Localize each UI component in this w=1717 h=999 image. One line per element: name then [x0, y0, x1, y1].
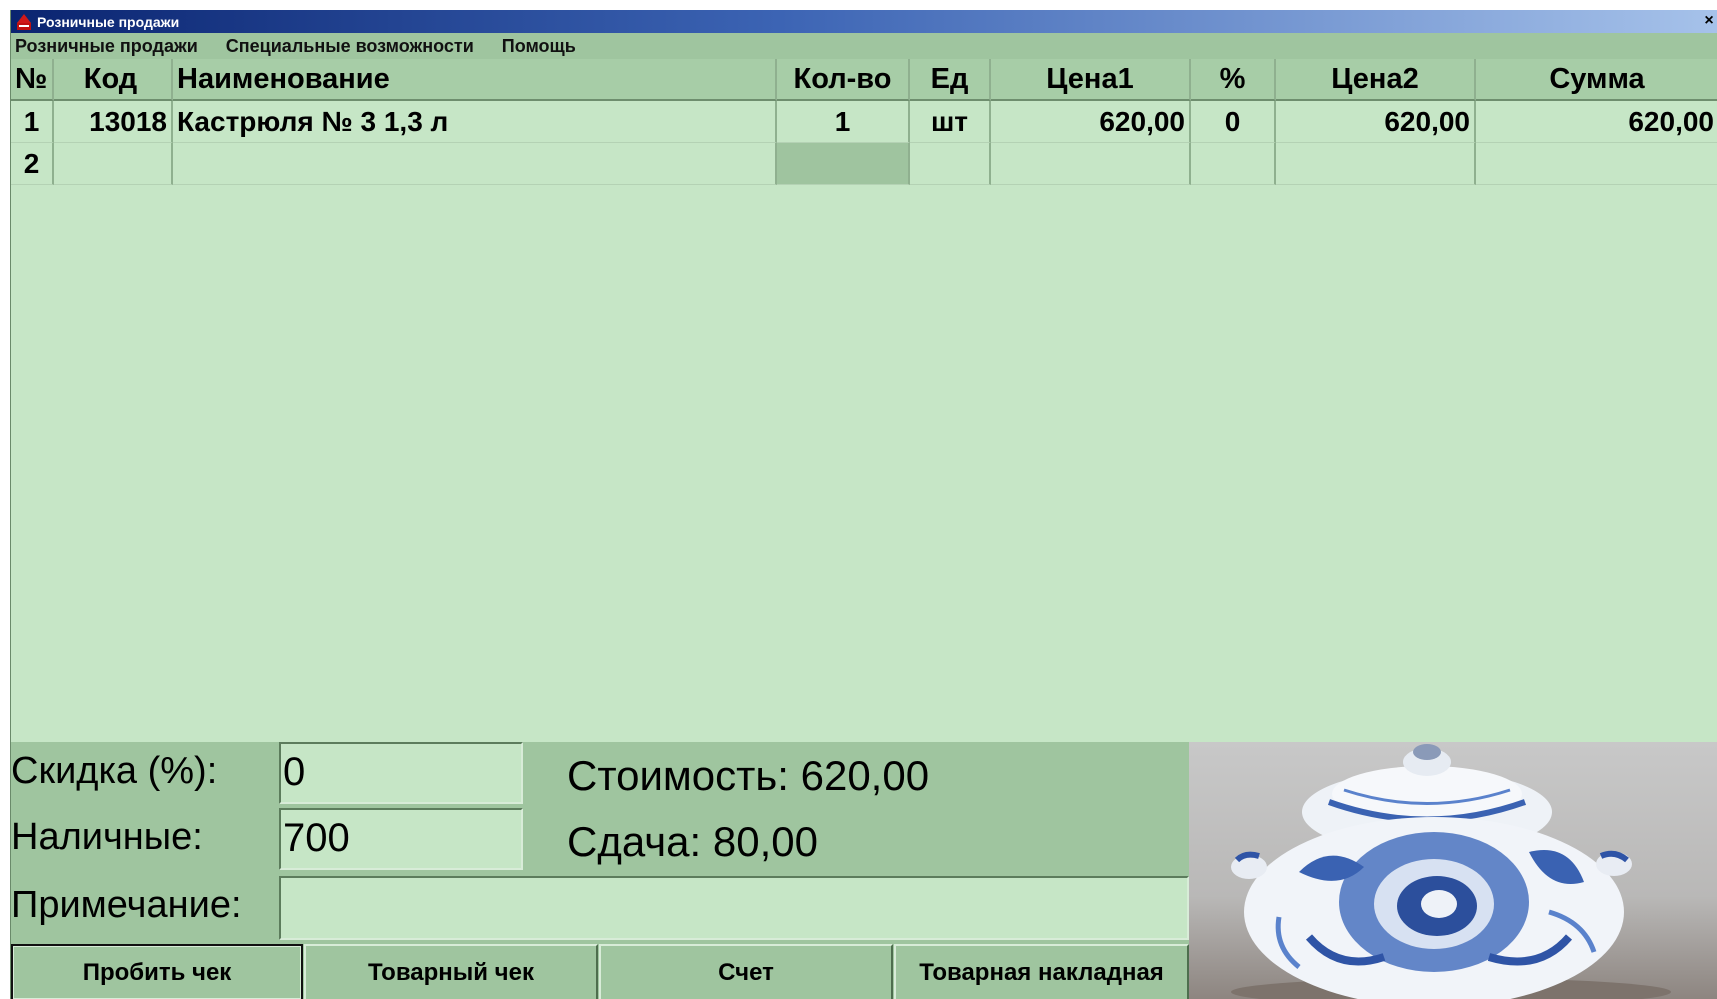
cell-unit[interactable]	[910, 143, 991, 185]
header-percent[interactable]: %	[1191, 59, 1276, 101]
cash-label: Наличные:	[11, 816, 203, 858]
cost-total: Стоимость: 620,00	[567, 752, 930, 799]
menu-accessibility[interactable]: Специальные возможности	[222, 36, 488, 57]
cell-percent[interactable]: 0	[1191, 101, 1276, 143]
cell-name[interactable]: Кастрюля № 3 1,3 л	[173, 101, 777, 143]
header-qty[interactable]: Кол-во	[777, 59, 910, 101]
cell-code[interactable]: 13018	[54, 101, 173, 143]
close-icon[interactable]: ×	[1700, 10, 1717, 32]
title-bar[interactable]: Розничные продажи ×	[11, 10, 1717, 33]
cell-sum[interactable]	[1476, 143, 1717, 185]
waybill-button[interactable]: Товарная накладная	[894, 944, 1189, 999]
header-price1[interactable]: Цена1	[991, 59, 1191, 101]
cell-qty-active[interactable]	[777, 143, 910, 185]
table-header: № Код Наименование Кол-во Ед Цена1 % Цен…	[11, 59, 1717, 101]
gzhel-pot-image	[1231, 744, 1671, 999]
cell-unit[interactable]: шт	[910, 101, 991, 143]
menu-retail-sales[interactable]: Розничные продажи	[11, 36, 212, 57]
sales-receipt-button[interactable]: Товарный чек	[304, 944, 598, 999]
table-row[interactable]: 2	[11, 143, 1717, 185]
discount-label: Скидка (%):	[11, 750, 218, 792]
cell-price2[interactable]: 620,00	[1276, 101, 1476, 143]
cell-num[interactable]: 1	[11, 101, 54, 143]
menu-help[interactable]: Помощь	[498, 36, 590, 57]
header-price2[interactable]: Цена2	[1276, 59, 1476, 101]
window-title: Розничные продажи	[37, 13, 180, 30]
discount-input[interactable]: 0	[279, 742, 523, 804]
checkout-panel: Скидка (%): 0 Наличные: 700 Стоимость: 6…	[11, 742, 1717, 999]
product-photo	[1189, 742, 1717, 999]
cell-code[interactable]	[54, 143, 173, 185]
cell-price1[interactable]: 620,00	[991, 101, 1191, 143]
header-num[interactable]: №	[11, 59, 54, 101]
cell-num[interactable]: 2	[11, 143, 54, 185]
cell-percent[interactable]	[1191, 143, 1276, 185]
cell-qty[interactable]: 1	[777, 101, 910, 143]
menu-bar: Розничные продажи Специальные возможност…	[11, 33, 1717, 59]
cash-input[interactable]: 700	[279, 808, 523, 870]
cell-sum[interactable]: 620,00	[1476, 101, 1717, 143]
cell-name[interactable]	[173, 143, 777, 185]
header-code[interactable]: Код	[54, 59, 173, 101]
header-sum[interactable]: Сумма	[1476, 59, 1717, 101]
print-receipt-button[interactable]: Пробить чек	[11, 944, 303, 999]
note-input[interactable]	[279, 876, 1189, 940]
header-unit[interactable]: Ед	[910, 59, 991, 101]
cell-price1[interactable]	[991, 143, 1191, 185]
table-row[interactable]: 1 13018 Кастрюля № 3 1,3 л 1 шт 620,00 0…	[11, 101, 1717, 143]
invoice-button[interactable]: Счет	[599, 944, 893, 999]
header-name[interactable]: Наименование	[173, 59, 777, 101]
cell-price2[interactable]	[1276, 143, 1476, 185]
cash-register-icon	[17, 13, 31, 30]
sales-table: № Код Наименование Кол-во Ед Цена1 % Цен…	[11, 59, 1717, 742]
note-label: Примечание:	[11, 884, 242, 926]
retail-sales-window: Розничные продажи × Розничные продажи Сп…	[10, 10, 1717, 999]
change-total: Сдача: 80,00	[567, 818, 818, 865]
